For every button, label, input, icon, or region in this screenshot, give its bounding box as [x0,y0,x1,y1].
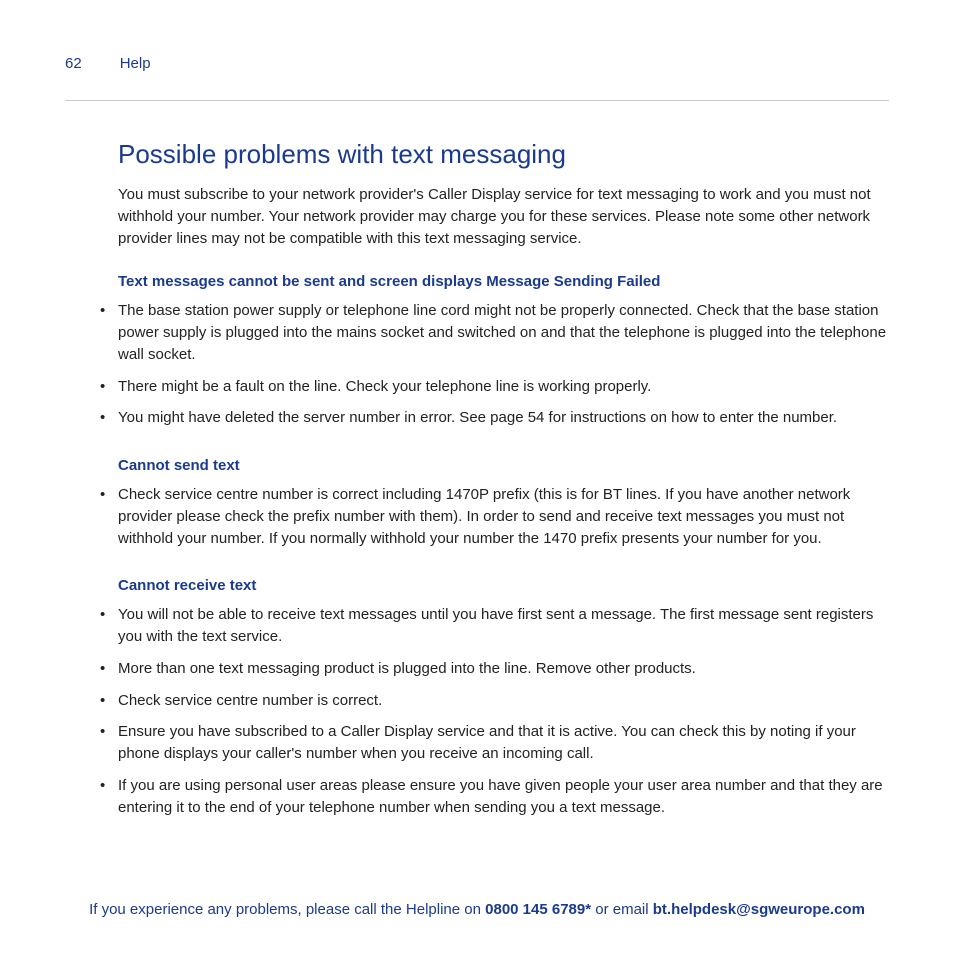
intro-paragraph: You must subscribe to your network provi… [118,184,889,249]
list-item: You might have deleted the server number… [100,407,889,429]
list-item: Check service centre number is correct. [100,690,889,712]
footer-phone: 0800 145 6789* [485,901,591,918]
document-page: 62 Help Possible problems with text mess… [0,0,954,954]
list-item: More than one text messaging product is … [100,658,889,680]
subhead-cannot-send: Cannot send text [118,457,889,474]
list-item: Ensure you have subscribed to a Caller D… [100,721,889,765]
list-item: Check service centre number is correct i… [100,484,889,549]
footer-email: bt.helpdesk@sgweurope.com [653,901,865,918]
list-item: There might be a fault on the line. Chec… [100,376,889,398]
list-item: The base station power supply or telepho… [100,300,889,365]
list-sending-failed: The base station power supply or telepho… [100,300,889,429]
list-item: If you are using personal user areas ple… [100,775,889,819]
page-number: 62 [65,55,82,72]
subhead-sending-failed: Text messages cannot be sent and screen … [118,273,889,290]
section-name: Help [120,55,151,72]
footer-pre: If you experience any problems, please c… [89,901,485,918]
page-header: 62 Help [65,55,889,72]
page-title: Possible problems with text messaging [118,139,889,170]
content-area: Possible problems with text messaging Yo… [65,139,889,818]
list-item: You will not be able to receive text mes… [100,604,889,648]
footer-mid: or email [591,901,653,918]
list-cannot-receive: You will not be able to receive text mes… [100,604,889,818]
footer-helpline: If you experience any problems, please c… [0,901,954,918]
header-divider [65,100,889,101]
list-cannot-send: Check service centre number is correct i… [100,484,889,549]
subhead-cannot-receive: Cannot receive text [118,577,889,594]
